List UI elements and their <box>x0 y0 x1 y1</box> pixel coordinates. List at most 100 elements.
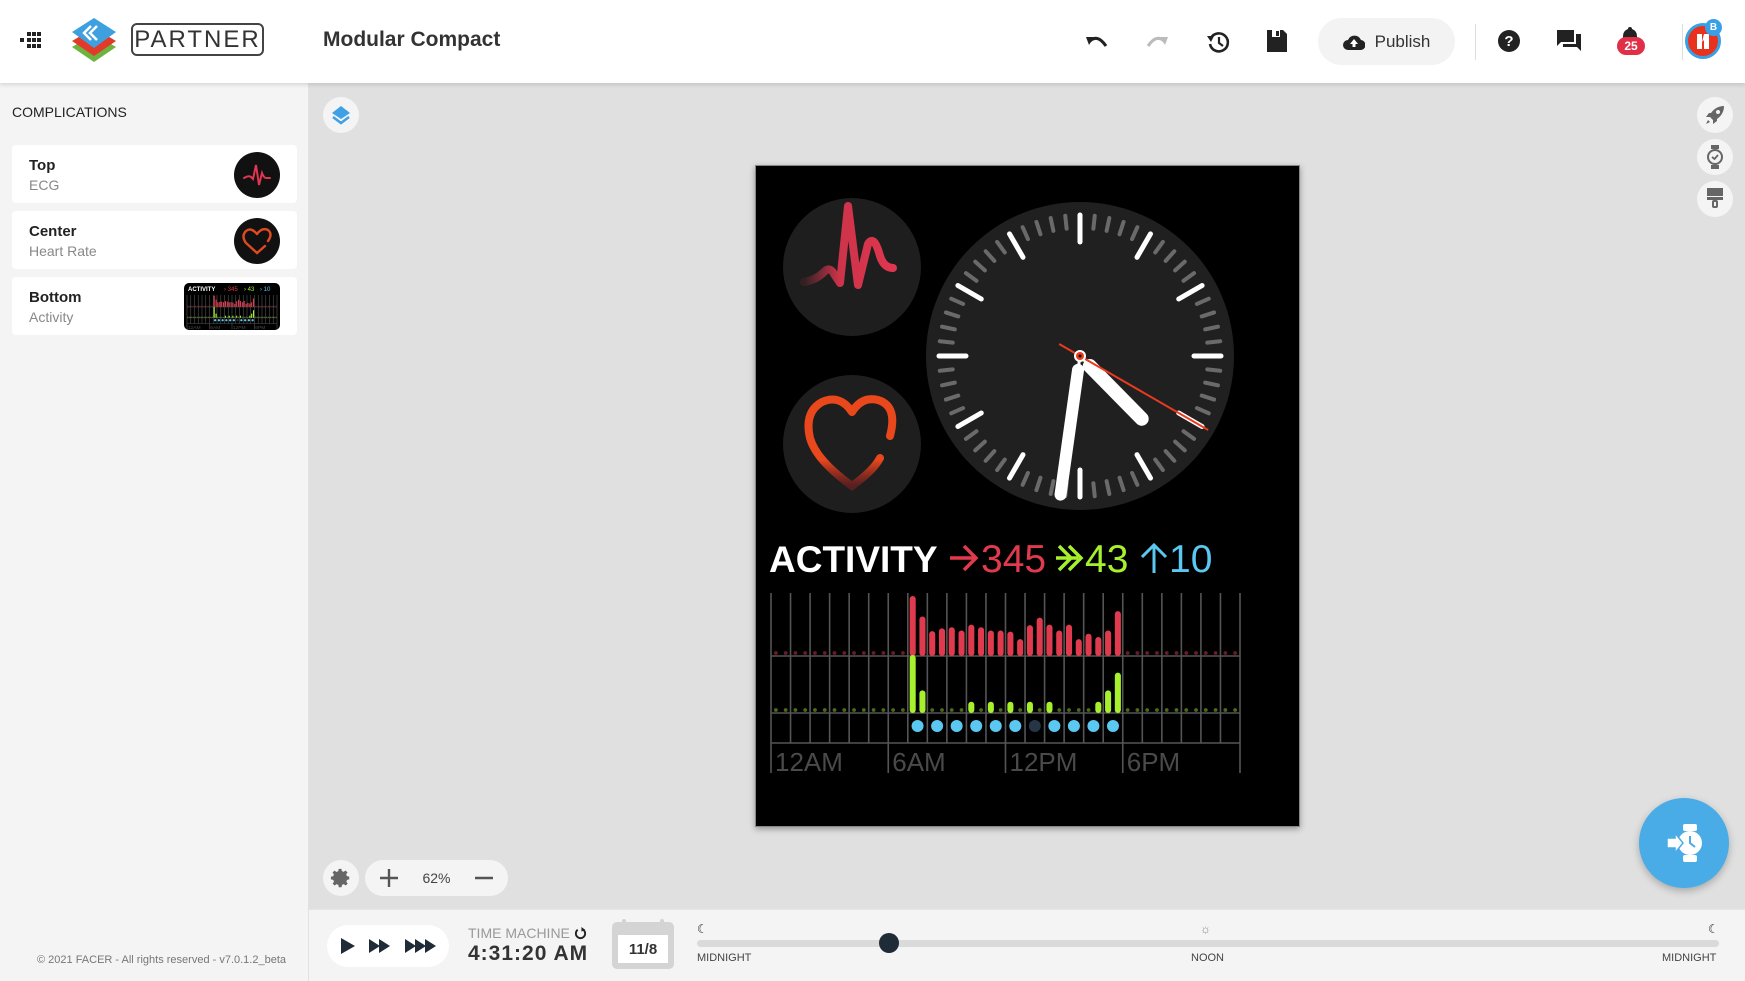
exercise-dot <box>1037 708 1042 712</box>
minute-marker <box>1104 216 1112 233</box>
minute-marker <box>1203 324 1220 332</box>
send-to-watch-button[interactable] <box>1639 798 1729 888</box>
exercise-dot <box>901 708 905 712</box>
move-dot <box>1145 651 1150 655</box>
exercise-dot <box>1164 708 1169 712</box>
exercise-dot <box>219 316 221 318</box>
complication-slot: Top <box>29 157 56 174</box>
watch-face-preview[interactable]: ACTIVITY 345 43 10 12AM 6AM 12PM 6PM <box>755 165 1300 827</box>
stand-dot <box>236 319 239 322</box>
exercise-dot <box>1076 708 1081 712</box>
move-dot <box>1174 651 1179 655</box>
exercise-dot <box>773 708 778 712</box>
move-dot <box>258 305 260 308</box>
ecg-thumbnail <box>234 152 280 198</box>
hour-label: 12PM <box>233 325 246 330</box>
activity-chart: 12AM 6AM 12PM 6PM <box>770 593 1241 777</box>
exercise-dot <box>1018 708 1023 712</box>
complication-type: Heart Rate <box>29 243 97 259</box>
exercise-dot <box>852 708 856 712</box>
undo-icon[interactable] <box>1084 29 1110 55</box>
minute-marker <box>940 380 957 388</box>
time-slider-thumb[interactable] <box>879 933 900 953</box>
save-icon[interactable] <box>1264 28 1290 54</box>
zoom-in-button[interactable] <box>379 868 399 888</box>
stand-arrow-icon <box>1140 542 1168 573</box>
thumb-activity-value: › 43 <box>244 287 255 293</box>
fast-forward-button[interactable] <box>368 936 392 956</box>
notification-count-badge: 25 <box>1617 37 1645 55</box>
move-dot <box>187 305 189 308</box>
move-dot <box>211 305 213 308</box>
exercise-dot <box>196 316 198 318</box>
exercise-dot <box>1213 708 1218 712</box>
complication-bottom[interactable]: Bottom Activity ACTIVITY › 345 › 43 › 10 12A… <box>12 277 297 335</box>
partner-badge: PARTNER <box>131 23 264 56</box>
exercise-dot <box>813 708 817 712</box>
move-dot <box>266 305 268 308</box>
exercise-dot <box>1233 708 1238 712</box>
watch-preview-button[interactable] <box>1697 139 1733 175</box>
apps-grid-icon[interactable] <box>18 28 44 52</box>
canvas-settings-button[interactable] <box>323 860 359 896</box>
facer-logo-icon[interactable] <box>70 16 118 64</box>
ecg-complication[interactable] <box>783 198 921 336</box>
heart-rate-complication[interactable] <box>783 375 921 513</box>
date-picker[interactable]: 11/8 <box>612 919 674 969</box>
play-button[interactable] <box>339 936 357 956</box>
minute-marker <box>1063 213 1069 231</box>
complication-top[interactable]: Top ECG <box>12 145 297 203</box>
move-dot <box>1203 651 1208 655</box>
stand-dot <box>243 319 247 322</box>
exercise-dot <box>832 708 837 712</box>
layers-icon <box>332 106 350 125</box>
exercise-dot <box>264 316 266 318</box>
exercise-dot <box>209 316 212 318</box>
exercise-dot <box>200 316 202 318</box>
minute-marker <box>1203 380 1220 388</box>
minute-marker <box>1048 216 1056 233</box>
reset-time-icon[interactable] <box>574 926 587 940</box>
exercise-dot <box>959 708 964 712</box>
stand-dot <box>989 720 1002 732</box>
activity-thumbnail: ACTIVITY › 345 › 43 › 10 12AM 6AM 12PM 6PM <box>184 283 280 330</box>
minute-marker <box>937 367 955 373</box>
minute-marker <box>937 339 955 345</box>
fastest-forward-button[interactable] <box>404 936 438 956</box>
launch-button[interactable] <box>1697 97 1733 133</box>
history-icon[interactable] <box>1204 28 1232 56</box>
move-dot <box>264 305 266 308</box>
exercise-dot <box>940 708 944 712</box>
complication-slot: Bottom <box>29 289 82 306</box>
stand-dot <box>1087 720 1100 732</box>
thumb-activity-value: › 345 <box>224 287 238 293</box>
exercise-dot <box>1135 708 1140 712</box>
stand-dot <box>251 319 254 322</box>
complication-center[interactable]: Center Heart Rate <box>12 211 297 269</box>
move-dot <box>200 305 202 308</box>
redo-icon[interactable] <box>1144 29 1170 55</box>
exercise-dot <box>891 708 896 712</box>
move-dot <box>260 305 262 308</box>
move-dot <box>813 651 817 655</box>
exercise-dot <box>207 316 210 318</box>
exercise-dot <box>241 316 243 318</box>
zoom-controls: 62% <box>365 860 508 896</box>
exercise-dot <box>245 316 247 318</box>
publish-button[interactable]: Publish <box>1318 18 1455 65</box>
stand-dot <box>232 319 236 322</box>
theme-button[interactable] <box>1697 181 1733 217</box>
time-of-day-slider[interactable] <box>697 940 1719 947</box>
exercise-dot <box>226 316 228 318</box>
layers-button[interactable] <box>323 97 359 133</box>
chat-icon[interactable] <box>1556 28 1582 54</box>
complication-slot: Center <box>29 223 77 240</box>
activity-complication[interactable]: ACTIVITY 345 43 10 12AM 6AM 12PM 6PM <box>769 538 1241 777</box>
help-icon[interactable]: ? <box>1496 28 1522 54</box>
playback-controls <box>327 925 449 967</box>
move-dot <box>191 305 193 308</box>
exercise-dot <box>803 708 808 712</box>
thumb-activity-label: ACTIVITY <box>188 287 215 293</box>
move-dot <box>773 651 778 655</box>
zoom-out-button[interactable] <box>474 868 494 888</box>
